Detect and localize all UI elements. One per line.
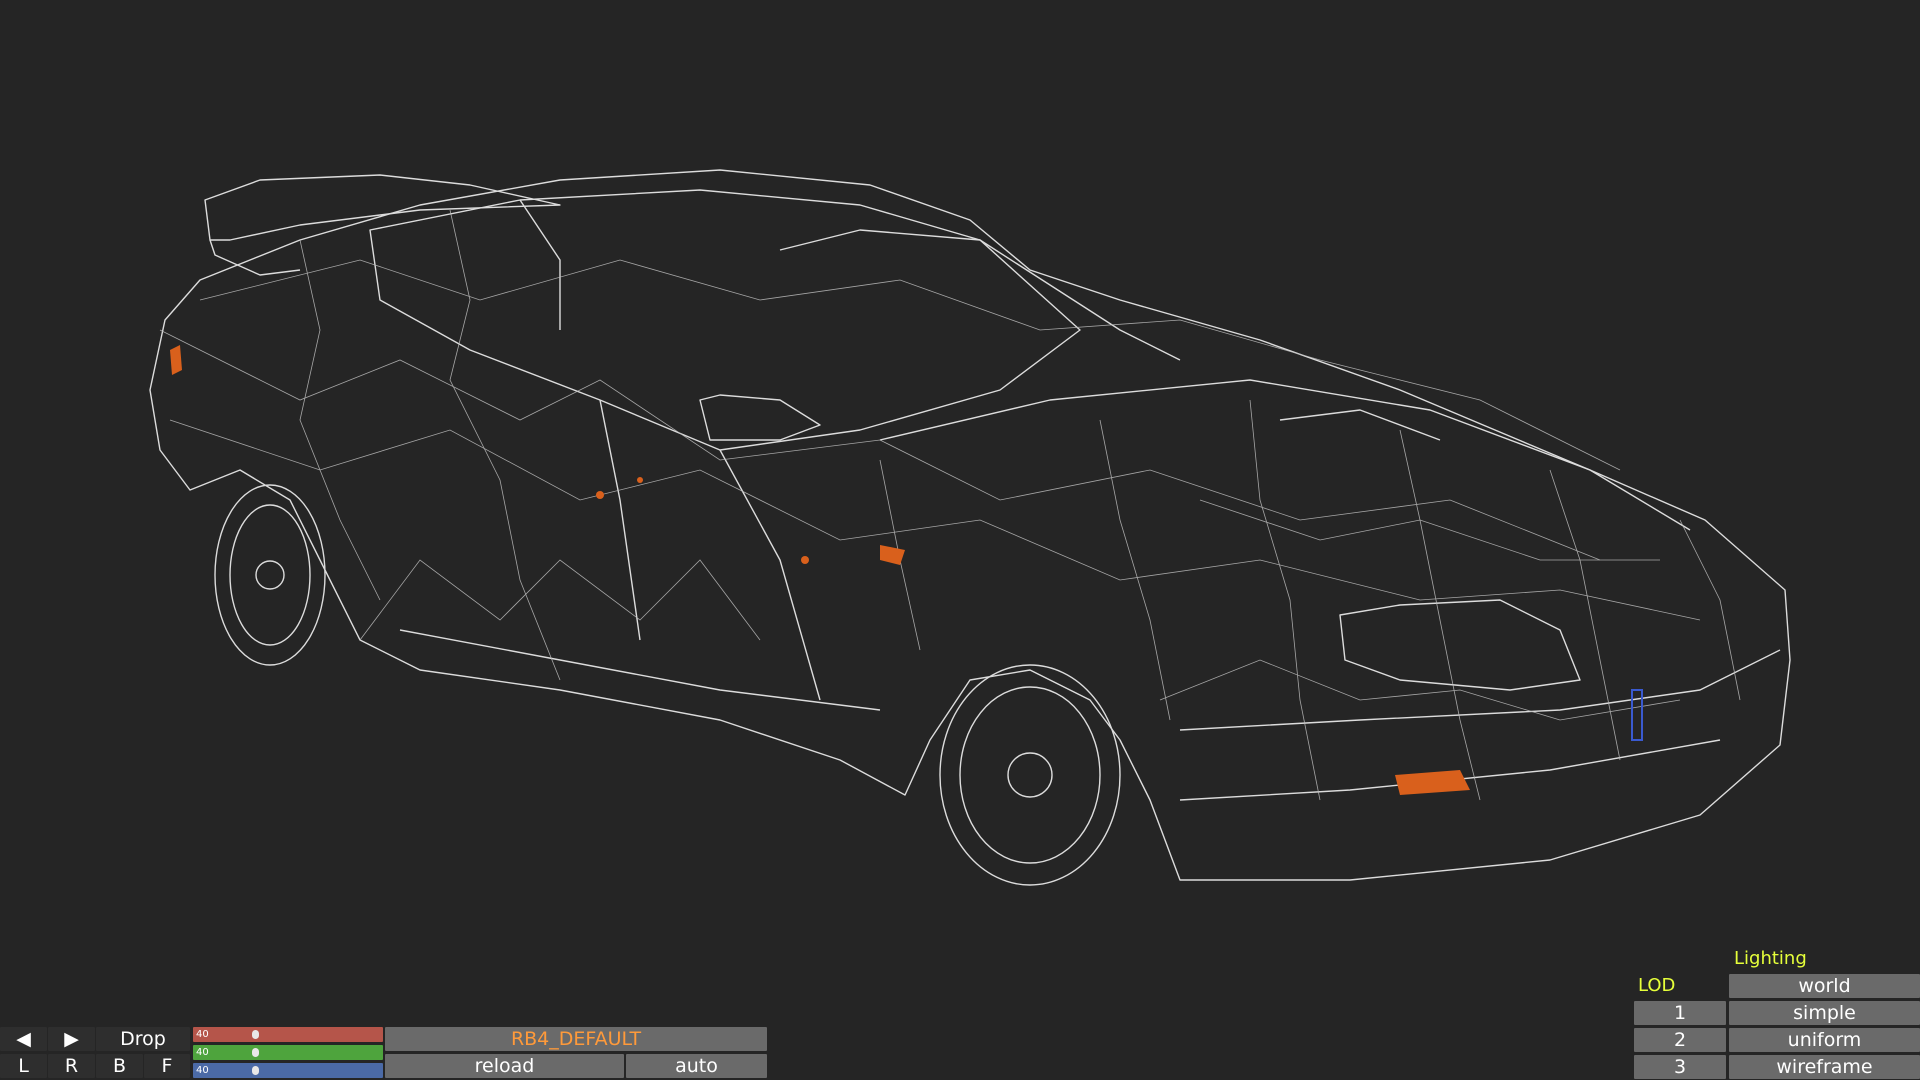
next-car-button[interactable]: ▶ xyxy=(48,1027,95,1051)
lighting-label: Lighting xyxy=(1734,948,1807,969)
triangle-right-icon: ▶ xyxy=(64,1028,79,1050)
lod-2-button[interactable]: 2 xyxy=(1634,1028,1726,1052)
slider-value: 40 xyxy=(196,1047,209,1058)
slider-knob[interactable] xyxy=(252,1066,259,1075)
auto-button[interactable]: auto xyxy=(626,1054,767,1078)
slider-knob[interactable] xyxy=(252,1030,259,1039)
3d-viewport[interactable] xyxy=(0,0,1920,1080)
view-back-button[interactable]: B xyxy=(96,1054,143,1078)
car-wireframe-model xyxy=(149,169,1791,886)
drop-button[interactable]: Drop xyxy=(96,1027,190,1051)
lod-3-button[interactable]: 3 xyxy=(1634,1055,1726,1079)
triangle-left-icon: ◀ xyxy=(16,1028,31,1050)
lod-label: LOD xyxy=(1638,975,1676,996)
red-slider[interactable]: 40 xyxy=(193,1027,383,1042)
slider-knob[interactable] xyxy=(252,1048,259,1057)
slider-value: 40 xyxy=(196,1029,209,1040)
lighting-world-button[interactable]: world xyxy=(1729,974,1920,998)
lod-1-button[interactable]: 1 xyxy=(1634,1001,1726,1025)
view-left-button[interactable]: L xyxy=(0,1054,47,1078)
config-name-button[interactable]: RB4_DEFAULT xyxy=(385,1027,767,1051)
green-slider[interactable]: 40 xyxy=(193,1045,383,1060)
view-front-button[interactable]: F xyxy=(144,1054,190,1078)
lighting-simple-button[interactable]: simple xyxy=(1729,1001,1920,1025)
lighting-uniform-button[interactable]: uniform xyxy=(1729,1028,1920,1052)
prev-car-button[interactable]: ◀ xyxy=(0,1027,47,1051)
blue-slider[interactable]: 40 xyxy=(193,1063,383,1078)
view-right-button[interactable]: R xyxy=(48,1054,95,1078)
reload-button[interactable]: reload xyxy=(385,1054,624,1078)
slider-value: 40 xyxy=(196,1065,209,1076)
lighting-wireframe-button[interactable]: wireframe xyxy=(1729,1055,1920,1079)
